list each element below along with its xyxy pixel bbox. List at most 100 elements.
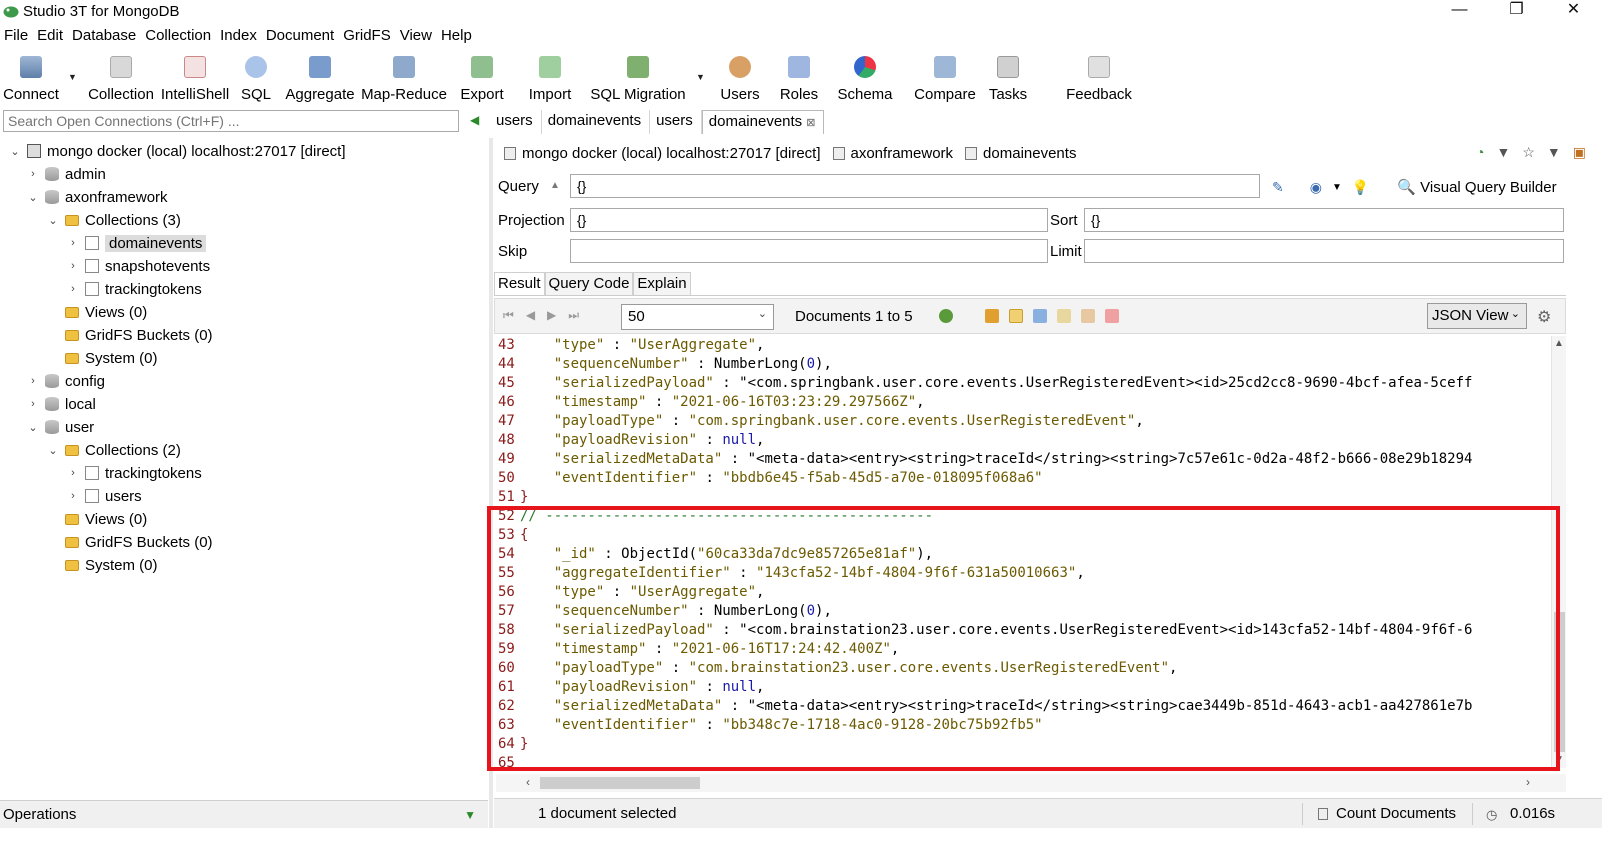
connect-dropdown-icon[interactable]: ▼	[68, 72, 77, 82]
menu-document[interactable]: Document	[262, 27, 339, 44]
tree-item[interactable]: GridFS Buckets (0)	[46, 531, 213, 553]
tab-domainevents-active[interactable]: domainevents ⊠	[701, 110, 825, 134]
tab-explain[interactable]: Explain	[633, 272, 691, 295]
close-button[interactable]: ✕	[1545, 0, 1602, 22]
breadcrumb-collection[interactable]: domainevents	[983, 145, 1076, 162]
feedback-button[interactable]: Feedback	[1062, 50, 1136, 106]
menu-database[interactable]: Database	[68, 27, 141, 44]
refresh-icon[interactable]	[939, 309, 953, 323]
next-page-icon[interactable]: ▶	[547, 308, 556, 323]
tasks-button[interactable]: Tasks	[988, 50, 1028, 106]
page-size-select[interactable]: 50 ⌄	[621, 304, 774, 330]
history-icon[interactable]: ◔	[1476, 144, 1484, 161]
sql-button[interactable]: SQL	[240, 50, 272, 106]
tree-item[interactable]: Views (0)	[46, 508, 147, 530]
tree-item[interactable]: System (0)	[46, 347, 158, 369]
menu-collection[interactable]: Collection	[141, 27, 216, 44]
sql-migration-dropdown-icon[interactable]: ▼	[696, 72, 705, 82]
visual-query-builder-button[interactable]: 🔍 Visual Query Builder	[1397, 178, 1556, 196]
close-tab-icon[interactable]: ⊠	[806, 117, 815, 129]
hint-bulb-icon[interactable]: 💡	[1352, 179, 1369, 196]
chevron-right-icon[interactable]: ›	[66, 283, 80, 295]
chevron-down-icon[interactable]: ⌄	[26, 421, 40, 434]
scroll-thumb[interactable]	[540, 777, 700, 789]
tree-item[interactable]: › users	[66, 485, 142, 507]
tree-item[interactable]: › snapshotevents	[66, 255, 210, 277]
aggregate-button[interactable]: Aggregate	[284, 50, 356, 106]
view-mode-select[interactable]: JSON View ⌄	[1427, 303, 1527, 329]
search-connections-input[interactable]	[3, 110, 459, 132]
map-reduce-button[interactable]: Map-Reduce	[361, 50, 447, 106]
chevron-right-icon[interactable]: ›	[66, 467, 80, 479]
tree-item[interactable]: ⌄ axonframework	[26, 186, 167, 208]
tab-query-code[interactable]: Query Code	[544, 272, 634, 295]
collapse-panel-icon[interactable]: ◀	[470, 113, 484, 127]
add-document-icon[interactable]	[1009, 309, 1023, 323]
tree-item[interactable]: ⌄ user	[26, 416, 94, 438]
tree-item[interactable]: › local	[26, 393, 96, 415]
clone-document-icon[interactable]	[1081, 309, 1095, 323]
chevron-right-icon[interactable]: ›	[26, 168, 40, 180]
history-dropdown-icon[interactable]: ▼	[1496, 144, 1510, 161]
connect-button[interactable]: Connect	[3, 50, 59, 106]
roles-button[interactable]: Roles	[780, 50, 818, 106]
scroll-right-icon[interactable]: ›	[1526, 775, 1530, 789]
horizontal-scrollbar[interactable]: ‹ ›	[496, 774, 1566, 792]
chevron-right-icon[interactable]: ›	[66, 237, 80, 249]
clipboard-icon[interactable]: ▣	[1573, 144, 1586, 161]
tab-users[interactable]: users	[490, 110, 542, 134]
favorite-star-icon[interactable]: ☆	[1522, 144, 1535, 161]
lock-icon[interactable]	[985, 309, 999, 323]
delete-document-icon[interactable]	[1105, 309, 1119, 323]
tree-item[interactable]: GridFS Buckets (0)	[46, 324, 213, 346]
breadcrumb-connection[interactable]: mongo docker (local) localhost:27017 [di…	[522, 145, 821, 162]
tab-users[interactable]: users	[650, 110, 702, 134]
tab-result[interactable]: Result	[494, 272, 545, 295]
menu-view[interactable]: View	[396, 27, 437, 44]
pin-icon[interactable]: ▼	[464, 808, 476, 822]
schema-button[interactable]: Schema	[837, 50, 893, 106]
scroll-up-icon[interactable]: ▲	[1554, 338, 1564, 349]
tree-item[interactable]: ⌄ Collections (2)	[46, 439, 180, 461]
chevron-right-icon[interactable]: ›	[26, 398, 40, 410]
count-documents-button[interactable]: Count Documents	[1336, 805, 1456, 822]
tree-item[interactable]: › trackingtokens	[66, 462, 202, 484]
intellishell-button[interactable]: IntelliShell	[160, 50, 230, 106]
compare-button[interactable]: Compare	[913, 50, 977, 106]
sql-migration-button[interactable]: SQL Migration	[590, 50, 686, 106]
collection-button[interactable]: Collection	[88, 50, 154, 106]
menu-gridfs[interactable]: GridFS	[339, 27, 396, 44]
chevron-right-icon[interactable]: ›	[26, 375, 40, 387]
tab-domainevents[interactable]: domainevents	[542, 110, 651, 134]
limit-input[interactable]	[1084, 239, 1564, 263]
breadcrumb-database[interactable]: axonframework	[851, 145, 954, 162]
edit-query-icon[interactable]: ✎	[1272, 179, 1284, 196]
minimize-button[interactable]: —	[1431, 0, 1488, 22]
menu-help[interactable]: Help	[437, 27, 477, 44]
tree-item[interactable]: › trackingtokens	[66, 278, 202, 300]
menu-edit[interactable]: Edit	[33, 27, 68, 44]
chevron-down-icon[interactable]: ⌄	[46, 214, 60, 227]
chevron-right-icon[interactable]: ›	[66, 260, 80, 272]
last-page-icon[interactable]: ⏭	[568, 308, 579, 323]
gear-icon[interactable]: ⚙	[1537, 307, 1551, 327]
sort-input[interactable]	[1084, 208, 1564, 232]
tree-item[interactable]: System (0)	[46, 554, 158, 576]
chevron-down-icon[interactable]: ⌄	[8, 145, 22, 158]
users-button[interactable]: Users	[720, 50, 760, 106]
tree-item[interactable]: › admin	[26, 163, 106, 185]
favorite-dropdown-icon[interactable]: ▼	[1547, 144, 1561, 161]
menu-file[interactable]: File	[0, 27, 33, 44]
query-input[interactable]	[570, 174, 1260, 198]
scroll-left-icon[interactable]: ‹	[526, 775, 530, 789]
operations-panel[interactable]: Operations ▼	[0, 800, 488, 828]
tree-item[interactable]: Views (0)	[46, 301, 147, 323]
tree-item[interactable]: › config	[26, 370, 105, 392]
import-button[interactable]: Import	[526, 50, 574, 106]
chevron-down-icon[interactable]: ⌄	[46, 444, 60, 457]
edit-document-icon[interactable]	[1057, 309, 1071, 323]
skip-input[interactable]	[570, 239, 1048, 263]
import-document-icon[interactable]	[1033, 309, 1047, 323]
prev-page-icon[interactable]: ◀	[526, 308, 535, 323]
restore-button[interactable]: ❐	[1488, 0, 1545, 22]
